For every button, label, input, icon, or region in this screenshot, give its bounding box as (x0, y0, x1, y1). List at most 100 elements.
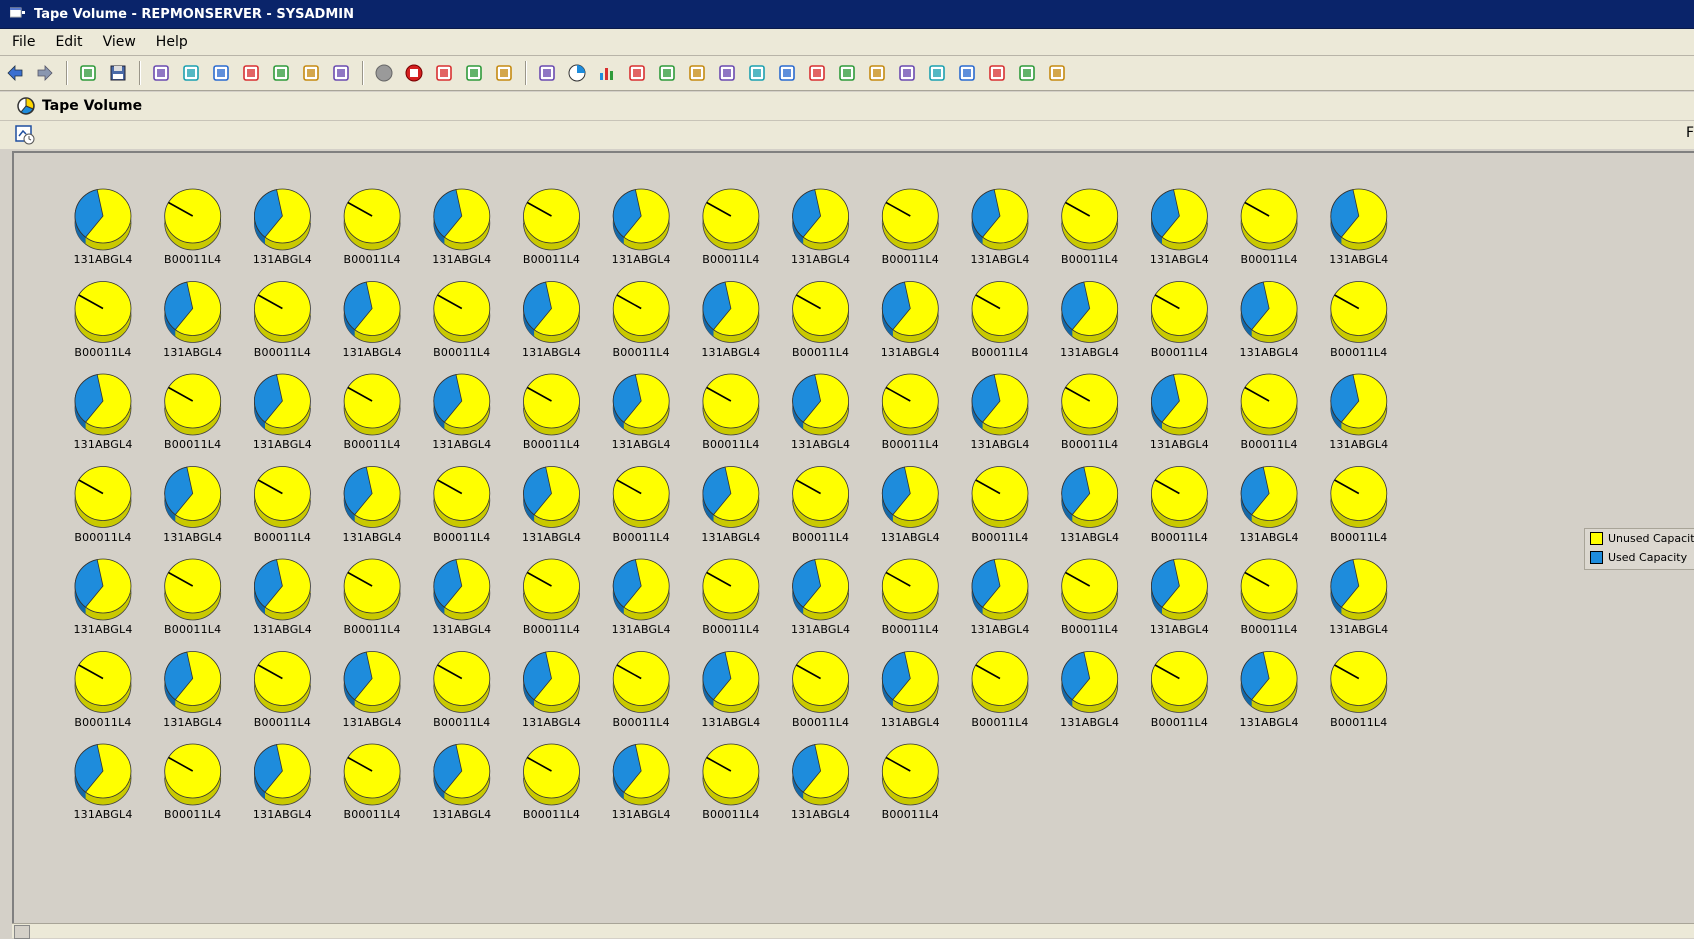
tape-volume-pie[interactable] (74, 373, 132, 436)
tape-volume-pie[interactable] (881, 281, 939, 343)
image-button[interactable] (805, 61, 829, 85)
tape-volume-pie[interactable] (343, 373, 401, 436)
grid-table-button[interactable] (1015, 61, 1039, 85)
tape-volume-pie[interactable] (881, 651, 939, 713)
calendar-button[interactable] (179, 61, 203, 85)
horizontal-scrollbar[interactable] (12, 923, 1694, 939)
tape-volume-pie[interactable] (792, 373, 849, 436)
tape-volume-pie[interactable] (253, 558, 311, 621)
tape-volume-pie[interactable] (343, 188, 401, 251)
tape-volume-pie[interactable] (433, 558, 491, 621)
save-button[interactable] (106, 61, 130, 85)
tape-volume-pie[interactable] (253, 373, 311, 436)
tape-volume-pie[interactable] (1061, 558, 1119, 621)
tape-volume-pie[interactable] (792, 743, 849, 806)
tape-volume-pie[interactable] (612, 281, 670, 343)
tape-volume-pie[interactable] (164, 466, 222, 528)
tape-volume-pie[interactable] (253, 188, 311, 251)
tape-volume-pie[interactable] (881, 466, 939, 528)
tape-volume-pie[interactable] (74, 188, 132, 251)
tape-volume-pie[interactable] (612, 743, 670, 806)
tape-volume-pie[interactable] (881, 743, 939, 806)
report-button[interactable] (925, 61, 949, 85)
notes-button[interactable] (775, 61, 799, 85)
tape-volume-pie[interactable] (1061, 466, 1119, 528)
palette-button[interactable] (1045, 61, 1069, 85)
tape-volume-pie[interactable] (1240, 466, 1298, 528)
tape-volume-pie[interactable] (523, 281, 580, 343)
new-window-button[interactable] (76, 61, 100, 85)
comment-button[interactable] (835, 61, 859, 85)
grid-view-button[interactable] (149, 61, 173, 85)
tape-volume-pie[interactable] (1061, 373, 1119, 436)
tape-volume-pie[interactable] (1061, 281, 1119, 343)
tape-volume-pie[interactable] (1330, 188, 1388, 251)
tape-volume-pie[interactable] (1151, 466, 1208, 528)
tape-volume-pie[interactable] (1240, 651, 1298, 713)
tape-volume-pie[interactable] (792, 558, 849, 621)
tape-volume-pie[interactable] (1330, 373, 1388, 436)
tape-volume-pie[interactable] (971, 558, 1029, 621)
tape-volume-pie[interactable] (612, 373, 670, 436)
tape-volume-pie[interactable] (164, 651, 222, 713)
tape-volume-pie[interactable] (1151, 373, 1208, 436)
forward-arrow-button[interactable] (33, 61, 57, 85)
tape-volume-pie[interactable] (1151, 281, 1208, 343)
monitor-button[interactable] (715, 61, 739, 85)
tape-volume-pie[interactable] (702, 373, 760, 436)
home-button[interactable] (462, 61, 486, 85)
tape-volume-pie[interactable] (164, 743, 222, 806)
tape-volume-pie[interactable] (792, 281, 849, 343)
tape-volume-pie[interactable] (523, 743, 580, 806)
tape-volume-pie[interactable] (164, 558, 222, 621)
target-button[interactable] (955, 61, 979, 85)
hierarchy-button[interactable] (985, 61, 1009, 85)
tape-volume-pie[interactable] (74, 558, 132, 621)
tape-volume-pie[interactable] (523, 466, 580, 528)
tape-volume-pie[interactable] (702, 466, 760, 528)
schedule-refresh-button[interactable] (14, 124, 36, 146)
text-button[interactable] (745, 61, 769, 85)
gauge-button[interactable] (685, 61, 709, 85)
menu-file[interactable]: File (0, 34, 43, 50)
tape-volume-pie[interactable] (164, 188, 222, 251)
tape-volume-pie[interactable] (433, 373, 491, 436)
tape-volume-pie[interactable] (1151, 188, 1208, 251)
tape-volume-pie[interactable] (971, 373, 1029, 436)
layers-button[interactable] (329, 61, 353, 85)
tape-volume-pie[interactable] (74, 281, 132, 343)
tape-volume-pie[interactable] (343, 651, 401, 713)
pie-chart-button[interactable] (565, 61, 589, 85)
tape-volume-pie[interactable] (971, 188, 1029, 251)
tape-volume-pie[interactable] (702, 743, 760, 806)
tape-volume-pie[interactable] (1061, 651, 1119, 713)
back-arrow-button[interactable] (3, 61, 27, 85)
tape-volume-pie[interactable] (253, 466, 311, 528)
tape-volume-pie[interactable] (1240, 558, 1298, 621)
tape-volume-pie[interactable] (1240, 373, 1298, 436)
help-button[interactable] (299, 61, 323, 85)
tape-volume-pie[interactable] (1330, 466, 1388, 528)
tape-volume-pie[interactable] (433, 651, 491, 713)
tape-volume-pie[interactable] (253, 651, 311, 713)
bar-chart-button[interactable] (595, 61, 619, 85)
tape-volume-pie[interactable] (74, 651, 132, 713)
tape-volume-pie[interactable] (612, 651, 670, 713)
tape-volume-pie[interactable] (971, 651, 1029, 713)
tape-volume-pie[interactable] (792, 651, 849, 713)
tape-volume-pie[interactable] (253, 743, 311, 806)
tape-volume-pie[interactable] (881, 558, 939, 621)
record-gray-button[interactable] (372, 61, 396, 85)
tape-volume-pie[interactable] (523, 558, 580, 621)
tape-volume-pie[interactable] (971, 281, 1029, 343)
tape-volume-pie[interactable] (702, 651, 760, 713)
edit-button[interactable] (655, 61, 679, 85)
tape-volume-pie[interactable] (1061, 188, 1119, 251)
tape-volume-pie[interactable] (164, 281, 222, 343)
tape-volume-pie[interactable] (1151, 558, 1208, 621)
tape-volume-pie[interactable] (523, 651, 580, 713)
tape-volume-pie[interactable] (792, 466, 849, 528)
tape-volume-pie[interactable] (881, 373, 939, 436)
tape-volume-pie[interactable] (433, 281, 491, 343)
tape-volume-pie[interactable] (612, 558, 670, 621)
